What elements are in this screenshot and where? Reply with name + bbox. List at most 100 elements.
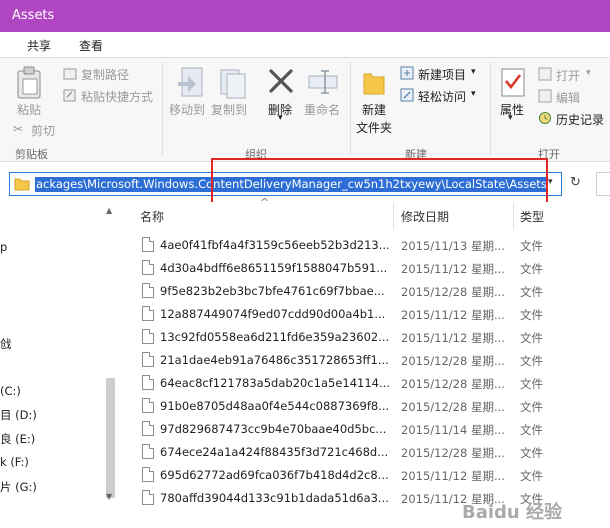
open-button[interactable]: 打开 <box>556 67 580 84</box>
file-type: 文件 <box>520 469 543 483</box>
chevron-up-icon[interactable]: ▲ <box>106 206 112 215</box>
file-type: 文件 <box>520 354 543 368</box>
scrollbar-thumb[interactable] <box>106 378 115 498</box>
file-icon <box>142 375 154 390</box>
nav-item[interactable]: 戗 <box>0 336 12 352</box>
copy-to-button[interactable]: 复制到 <box>211 101 247 118</box>
paste-shortcut-icon <box>63 89 76 102</box>
sort-ascending-icon: ^ <box>260 196 270 209</box>
file-icon <box>142 237 154 252</box>
table-row[interactable]: 695d62772ad69fca036f7b418d4d2c8... 2015/1… <box>120 464 610 486</box>
paste-shortcut-button[interactable]: 粘贴快捷方式 <box>81 88 153 105</box>
file-date: 2015/12/28 星期... <box>401 354 505 368</box>
properties-icon[interactable] <box>500 66 526 98</box>
new-folder-icon[interactable] <box>362 68 386 96</box>
rename-button[interactable]: 重命名 <box>304 101 340 118</box>
file-icon <box>142 329 154 344</box>
table-row[interactable]: 21a1dae4eb91a76486c351728653ff1... 2015/1… <box>120 349 610 371</box>
column-header-date[interactable]: 修改日期 <box>401 208 449 225</box>
edit-button[interactable]: 编辑 <box>556 89 580 106</box>
column-header-type[interactable]: 类型 <box>520 208 544 225</box>
file-date: 2015/12/28 星期... <box>401 446 505 460</box>
file-date: 2015/11/13 星期... <box>401 239 505 253</box>
file-icon <box>142 490 154 505</box>
file-type: 文件 <box>520 446 543 460</box>
clipboard-icon[interactable] <box>16 66 44 100</box>
table-row[interactable]: 12a887449074f9ed07cdd90d00a4b1... 2015/11… <box>120 303 610 325</box>
history-button[interactable]: 历史记录 <box>556 111 604 128</box>
paste-button[interactable]: 粘贴 <box>17 101 41 118</box>
new-item-button[interactable]: 新建项目 <box>418 66 466 83</box>
rename-icon[interactable] <box>307 68 339 94</box>
file-icon <box>142 421 154 436</box>
move-to-button[interactable]: 移动到 <box>169 101 205 118</box>
file-icon <box>142 283 154 298</box>
file-type: 文件 <box>520 239 543 253</box>
delete-x-icon[interactable] <box>267 67 295 95</box>
move-to-icon[interactable] <box>176 66 206 100</box>
copy-to-icon[interactable] <box>218 66 248 100</box>
nav-item[interactable]: p <box>0 240 7 254</box>
column-divider[interactable] <box>513 202 514 230</box>
nav-scrollbar[interactable]: ▲ ▼ <box>104 206 117 501</box>
easy-access-icon <box>400 88 414 102</box>
table-row[interactable]: 13c92fd0558ea6d211fd6e359a23602... 2015/1… <box>120 326 610 348</box>
title-bar: Assets <box>0 0 610 32</box>
file-name: 4ae0f41fbf4a4f3159c56eeb52b3d213... <box>160 238 390 252</box>
group-divider <box>490 62 491 156</box>
file-icon <box>142 398 154 413</box>
tab-share[interactable]: 共享 <box>27 37 51 54</box>
file-icon <box>142 444 154 459</box>
table-row[interactable]: 91b0e8705d48aa0f4e544c0887369f8... 2015/1… <box>120 395 610 417</box>
nav-item-drive-f[interactable]: k (F:) <box>0 455 29 469</box>
file-icon <box>142 352 154 367</box>
chevron-down-icon[interactable]: ▾ <box>278 113 283 123</box>
tab-view[interactable]: 查看 <box>79 37 103 54</box>
table-row[interactable]: 4ae0f41fbf4a4f3159c56eeb52b3d213... 2015/… <box>120 234 610 256</box>
new-folder-button-line2[interactable]: 文件夹 <box>356 119 392 136</box>
file-name: 695d62772ad69fca036f7b418d4d2c8... <box>160 468 389 482</box>
watermark-logo: Baidu 经验 <box>462 502 563 523</box>
file-date: 2015/12/28 星期... <box>401 285 505 299</box>
column-divider[interactable] <box>393 202 394 230</box>
copy-path-button[interactable]: 复制路径 <box>81 66 129 83</box>
nav-item-drive-g[interactable]: 片 (G:) <box>0 479 37 495</box>
cut-button[interactable]: 剪切 <box>31 122 55 139</box>
file-type: 文件 <box>520 308 543 322</box>
new-folder-button[interactable]: 新建 <box>362 101 386 118</box>
table-row[interactable]: 674ece24a1a424f88435f3d721c468d... 2015/1… <box>120 441 610 463</box>
ribbon: 粘贴 ✂ 剪切 复制路径 粘贴快捷方式 剪贴板 移动到 复制到 删除 ▾ 重命名… <box>0 58 610 162</box>
file-date: 2015/11/12 星期... <box>401 469 505 483</box>
chevron-down-icon[interactable]: ▾ <box>471 89 476 99</box>
easy-access-button[interactable]: 轻松访问 <box>418 88 466 105</box>
chevron-down-icon[interactable]: ▾ <box>548 177 553 187</box>
table-row[interactable]: 64eac8cf121783a5dab20c1a5e14114... 2015/1… <box>120 372 610 394</box>
nav-item-drive-d[interactable]: 目 (D:) <box>0 407 37 423</box>
chevron-down-icon[interactable]: ▾ <box>508 113 513 123</box>
file-date: 2015/11/12 星期... <box>401 262 505 276</box>
chevron-down-icon[interactable]: ▼ <box>106 492 112 501</box>
refresh-icon[interactable]: ↻ <box>570 175 581 190</box>
table-row[interactable]: 9f5e823b2eb3bc7bfe4761c69f7bbae... 2015/1… <box>120 280 610 302</box>
file-type: 文件 <box>520 423 543 437</box>
file-type: 文件 <box>520 262 543 276</box>
open-icon <box>538 67 552 81</box>
window-title: Assets <box>12 8 55 23</box>
table-row[interactable]: 4d30a4bdff6e8651159f1588047b591... 2015/1… <box>120 257 610 279</box>
file-name: 21a1dae4eb91a76486c351728653ff1... <box>160 353 389 367</box>
file-type: 文件 <box>520 331 543 345</box>
search-box[interactable] <box>596 172 610 196</box>
chevron-down-icon[interactable]: ▾ <box>471 67 476 77</box>
file-icon <box>142 306 154 321</box>
chevron-down-icon[interactable]: ▾ <box>586 68 591 78</box>
column-header-name[interactable]: 名称 <box>140 208 164 225</box>
table-row[interactable]: 97d829687473cc9b4e70baae40d5bc... 2015/11… <box>120 418 610 440</box>
file-name: 9f5e823b2eb3bc7bfe4761c69f7bbae... <box>160 284 385 298</box>
nav-item-drive-e[interactable]: 良 (E:) <box>0 431 35 447</box>
history-icon <box>539 112 551 124</box>
group-divider <box>350 62 351 156</box>
nav-item-drive-c[interactable]: (C:) <box>0 384 21 398</box>
scissors-icon[interactable]: ✂ <box>13 122 23 136</box>
file-name: 97d829687473cc9b4e70baae40d5bc... <box>160 422 387 436</box>
new-item-icon <box>400 66 414 80</box>
